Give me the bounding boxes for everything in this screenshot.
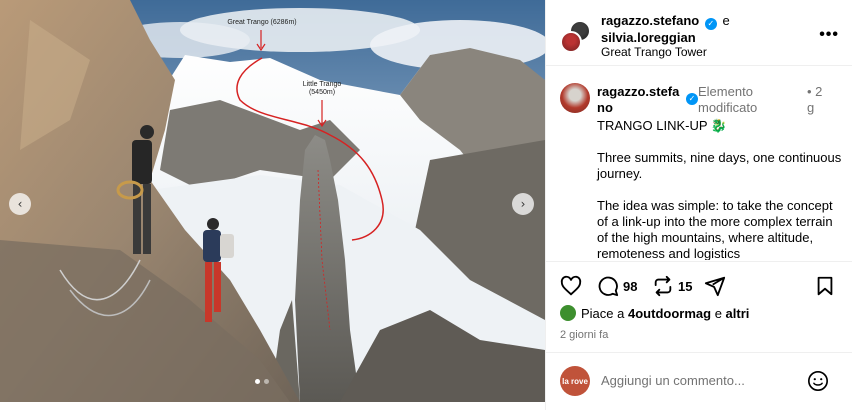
comment-icon [598,276,619,297]
post-date[interactable]: 2 giorni fa [560,329,608,341]
comment-input[interactable] [601,373,801,388]
caption-paragraph-2: The idea was simple: to take the concept… [597,198,833,260]
comment-composer: la rove [546,352,852,410]
likes-prefix: Piace a [581,305,625,321]
caption-title-text: TRANGO LINK-UP [597,118,708,133]
slide-dot-active [255,379,260,384]
share-button[interactable] [704,274,726,298]
repost-icon [654,275,672,297]
dragon-emoji-icon: 🐉 [710,118,728,133]
caption-username[interactable]: ragazzo.stefano [597,84,687,116]
edited-label: Elemento modificato [698,84,758,115]
caption-paragraph-1: Three summits, nine days, one continuous… [597,150,842,181]
like-button[interactable] [560,274,582,298]
send-icon [704,276,726,297]
post-side-panel: ragazzo.stefano ✓ e silvia.loreggian Gre… [545,0,852,410]
post-authors: ragazzo.stefano ✓ e silvia.loreggian [601,13,730,46]
emoji-icon[interactable] [807,370,829,392]
collab-avatars[interactable] [560,20,594,54]
caption-text: TRANGO LINK-UP 🐉 Three summits, nine day… [597,118,843,260]
post-header: ragazzo.stefano ✓ e silvia.loreggian Gre… [546,0,852,66]
avatar-user2 [560,31,582,53]
author-link-2[interactable]: silvia.loreggian [601,30,696,45]
peak2-height: (5450m) [308,89,336,97]
repost-count: 15 [678,278,693,294]
likes-others-link[interactable]: altri [726,306,750,321]
more-dots-icon: ••• [819,26,839,43]
peak1-label: Great Trango (6286m) [227,19,297,26]
mountain-illustration [0,0,545,402]
authors-conjunction: e [722,13,730,28]
next-slide-button[interactable]: › [512,193,534,215]
peak2-label: Little Trango (5450m) [297,81,347,97]
post-photo: Great Trango (6286m) Little Trango (5450… [0,0,545,402]
action-bar: 98 15 Piace a 4outdoormag e altri 2 gior… [546,261,852,351]
heart-icon [560,275,582,296]
current-user-avatar[interactable]: la rove [560,366,590,396]
liker-avatar [560,305,576,321]
more-options-button[interactable]: ••• [819,26,839,44]
save-button[interactable] [814,274,836,298]
chevron-left-icon: ‹ [17,197,23,211]
caption-area: ragazzo.stefano ✓ Elemento modificato • … [546,67,846,260]
comment-button[interactable]: 98 [597,274,637,298]
likes-summary: Piace a 4outdoormag e altri [560,305,749,321]
author-link-1[interactable]: ragazzo.stefano [601,13,699,28]
slide-indicator [255,379,269,384]
caption-avatar[interactable] [560,83,590,113]
caption-title: TRANGO LINK-UP 🐉 [597,118,843,134]
caption-verified-icon: ✓ [686,93,698,105]
slide-dot [264,379,269,384]
comment-count: 98 [623,278,638,294]
location-link[interactable]: Great Trango Tower [601,45,707,59]
bookmark-icon [817,276,833,296]
chevron-right-icon: › [520,197,526,211]
previous-slide-button[interactable]: ‹ [9,193,31,215]
liker-username[interactable]: 4outdoormag [628,306,711,321]
repost-button[interactable]: 15 [652,274,692,298]
peak2-name: Little Trango [302,81,342,88]
caption-time: • 2 g [807,84,823,115]
likes-suffix: e [714,305,722,321]
verified-badge-icon: ✓ [704,18,717,30]
